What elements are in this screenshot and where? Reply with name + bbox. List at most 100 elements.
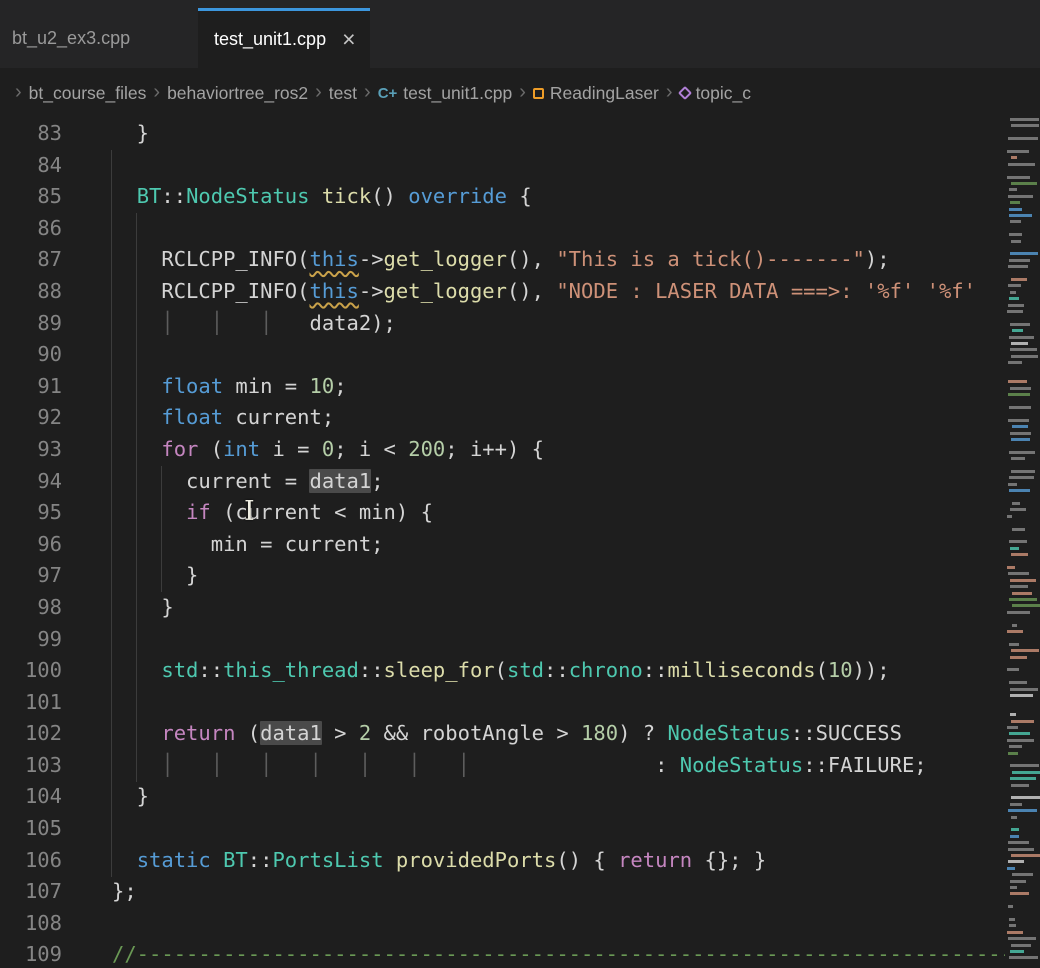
code-line[interactable]: 99 (0, 624, 1005, 656)
code-line[interactable]: 84 (0, 150, 1005, 182)
breadcrumb-label: test (329, 83, 357, 104)
code-line[interactable]: 85 BT::NodeStatus tick() override { (0, 181, 1005, 213)
minimap-line (1011, 278, 1027, 281)
tab-label: bt_u2_ex3.cpp (12, 28, 130, 49)
minimap-line (1010, 579, 1037, 582)
code-line[interactable]: 106 static BT::PortsList providedPorts()… (0, 845, 1005, 877)
code-line[interactable]: 93 for (int i = 0; i < 200; i++) { (0, 434, 1005, 466)
code-line[interactable]: 104 } (0, 781, 1005, 813)
line-number[interactable]: 104 (0, 781, 62, 813)
line-number[interactable]: 83 (0, 118, 62, 150)
code-line[interactable]: 108 (0, 908, 1005, 940)
line-number[interactable]: 88 (0, 276, 62, 308)
close-icon[interactable]: × (342, 28, 355, 51)
line-number[interactable]: 96 (0, 529, 62, 561)
code-token: 10 (310, 374, 335, 398)
line-number[interactable]: 91 (0, 371, 62, 403)
code-text: std::this_thread::sleep_for(std::chrono:… (112, 655, 890, 687)
code-line[interactable]: 97 } (0, 560, 1005, 592)
code-line[interactable]: 90 (0, 339, 1005, 371)
line-number[interactable]: 92 (0, 402, 62, 434)
code-text: for (int i = 0; i < 200; i++) { (112, 434, 544, 466)
breadcrumb-item-test[interactable]: test (329, 83, 357, 104)
minimap-line (1010, 291, 1016, 294)
line-number[interactable]: 106 (0, 845, 62, 877)
code-line[interactable]: 92 float current; (0, 402, 1005, 434)
code-line[interactable]: 95 if (current < min) { (0, 497, 1005, 529)
breadcrumb-item-test_unit1.cpp[interactable]: C+test_unit1.cpp (378, 83, 513, 104)
code-token: 0 (322, 437, 334, 461)
line-number[interactable]: 94 (0, 466, 62, 498)
code-token: ( (816, 658, 828, 682)
code-line[interactable]: 98 } (0, 592, 1005, 624)
code-token (272, 311, 309, 335)
line-number[interactable]: 101 (0, 687, 62, 719)
code-token: "This is a tick()-------" (556, 247, 865, 271)
code-token: data1 (260, 721, 322, 745)
breadcrumb-item-ReadingLaser[interactable]: ReadingLaser (533, 83, 659, 104)
line-number[interactable]: 97 (0, 560, 62, 592)
code-line[interactable]: 88 RCLCPP_INFO(this->get_logger(), "NODE… (0, 276, 1005, 308)
line-number[interactable]: 90 (0, 339, 62, 371)
line-number[interactable]: 93 (0, 434, 62, 466)
code-line[interactable]: 83 } (0, 118, 1005, 150)
code-line[interactable]: 109//-----------------------------------… (0, 939, 1005, 968)
line-number[interactable]: 85 (0, 181, 62, 213)
code-token (322, 753, 359, 777)
line-number[interactable]: 103 (0, 750, 62, 782)
code-line[interactable]: 103 │ │ │ │ │ │ │ : NodeStatus::FAILURE; (0, 750, 1005, 782)
code-text: float min = 10; (112, 371, 347, 403)
code-line[interactable]: 96 min = current; (0, 529, 1005, 561)
minimap-line (1009, 233, 1021, 236)
code-token: :: (359, 658, 384, 682)
minimap[interactable] (1005, 118, 1040, 968)
code-scroll-area[interactable]: 83 }8485 BT::NodeStatus tick() override … (0, 118, 1005, 968)
breadcrumb-item-bt_course_files[interactable]: bt_course_files (29, 83, 147, 104)
code-line[interactable]: 105 (0, 813, 1005, 845)
line-number[interactable]: 100 (0, 655, 62, 687)
code-line[interactable]: 100 std::this_thread::sleep_for(std::chr… (0, 655, 1005, 687)
tab-test_unit1.cpp[interactable]: test_unit1.cpp× (198, 8, 370, 68)
code-token: return (618, 848, 692, 872)
code-text: } (112, 781, 149, 813)
code-line[interactable]: 91 float min = 10; (0, 371, 1005, 403)
code-line[interactable]: 86 (0, 213, 1005, 245)
tab-bt_u2_ex3.cpp[interactable]: bt_u2_ex3.cpp (0, 8, 198, 68)
indent-guide: │ (310, 753, 322, 777)
line-number[interactable]: 95 (0, 497, 62, 529)
code-token: BT (137, 184, 162, 208)
code-text: }; (112, 876, 137, 908)
code-line[interactable]: 101 (0, 687, 1005, 719)
line-number[interactable]: 89 (0, 308, 62, 340)
line-number[interactable]: 98 (0, 592, 62, 624)
line-number[interactable]: 108 (0, 908, 62, 940)
minimap-line (1011, 355, 1038, 358)
code-token: ; (334, 374, 346, 398)
line-number[interactable]: 109 (0, 939, 62, 968)
code-line[interactable]: 107}; (0, 876, 1005, 908)
line-number[interactable]: 84 (0, 150, 62, 182)
minimap-line (1011, 182, 1037, 185)
breadcrumb-item-behaviortree_ros2[interactable]: behaviortree_ros2 (167, 83, 308, 104)
code-line[interactable]: 94 current = data1; (0, 466, 1005, 498)
minimap-line (1009, 451, 1035, 454)
code-line[interactable]: 87 RCLCPP_INFO(this->get_logger(), "This… (0, 244, 1005, 276)
code-editor[interactable]: 83 }8485 BT::NodeStatus tick() override … (0, 118, 1040, 968)
minimap-line (1009, 681, 1027, 684)
line-number[interactable]: 99 (0, 624, 62, 656)
code-text: float current; (112, 402, 334, 434)
line-number[interactable]: 102 (0, 718, 62, 750)
minimap-line (1009, 918, 1015, 921)
line-number[interactable]: 107 (0, 876, 62, 908)
code-line[interactable]: 89 │ │ │ data2); (0, 308, 1005, 340)
code-line[interactable]: 102 return (data1 > 2 && robotAngle > 18… (0, 718, 1005, 750)
code-token: min = (223, 374, 309, 398)
line-number[interactable]: 87 (0, 244, 62, 276)
code-token: 2 (359, 721, 371, 745)
minimap-line (1008, 809, 1037, 812)
breadcrumb-item-topic_c[interactable]: topic_c (680, 83, 751, 104)
line-number[interactable]: 105 (0, 813, 62, 845)
minimap-line (1009, 476, 1034, 479)
minimap-line (1012, 329, 1023, 332)
line-number[interactable]: 86 (0, 213, 62, 245)
